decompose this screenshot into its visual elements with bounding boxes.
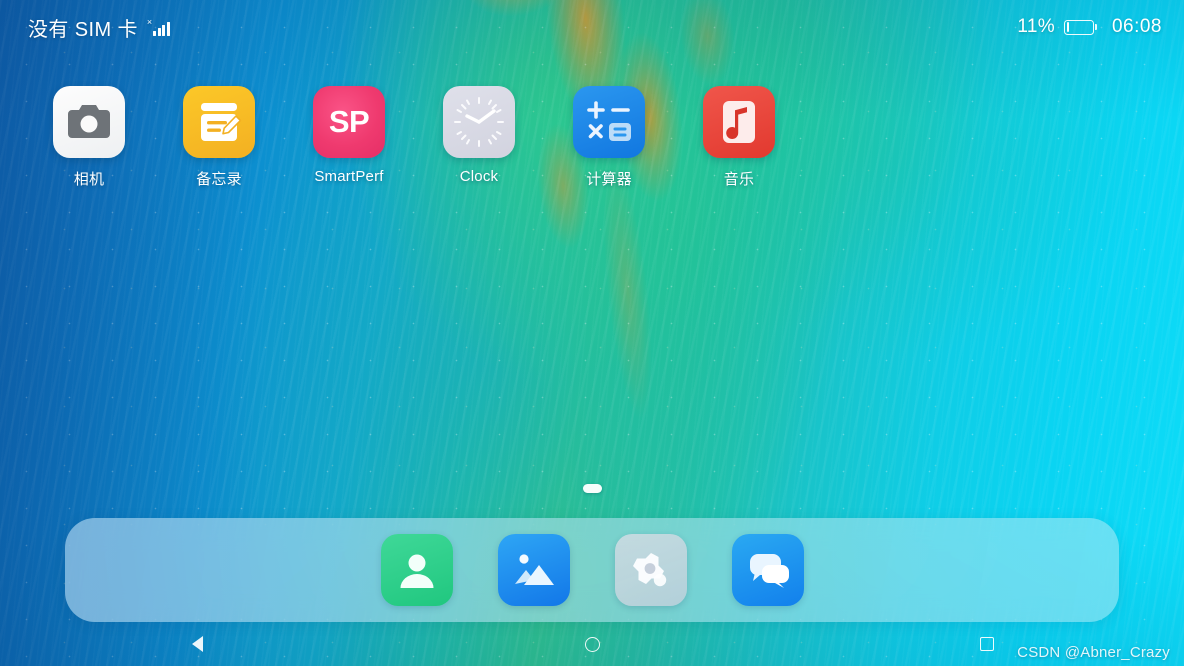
clock-glyph	[454, 97, 504, 147]
app-label: 备忘录	[196, 171, 242, 188]
signal-bar-3	[162, 24, 166, 36]
dock-item-settings[interactable]	[614, 534, 687, 606]
clock-icon	[443, 86, 515, 158]
app-smartperf[interactable]: SP SmartPerf	[284, 86, 414, 189]
battery-fill	[1066, 22, 1070, 32]
camera-glyph	[68, 105, 110, 138]
nav-back-button[interactable]	[0, 622, 395, 666]
app-notes[interactable]: 备忘录	[154, 86, 284, 189]
smartperf-icon: SP	[313, 86, 385, 158]
navigation-bar	[0, 622, 1184, 666]
signal-bar-2	[157, 27, 161, 36]
camera-icon	[53, 86, 125, 158]
dock-item-contacts[interactable]	[380, 534, 453, 606]
gallery-image-icon	[514, 554, 554, 585]
page-dot-1[interactable]	[582, 484, 602, 493]
signal-bar-4	[166, 21, 171, 36]
battery-body	[1063, 19, 1094, 35]
no-sim-mark: ×	[146, 16, 153, 27]
battery-cap	[1094, 24, 1097, 30]
no-sim-signal-bars-icon: ×	[146, 16, 171, 36]
status-bar-clock: 06:08	[1111, 16, 1162, 37]
app-label: 音乐	[723, 171, 755, 188]
notes-icon	[183, 86, 255, 158]
dock-item-messages[interactable]	[731, 534, 804, 606]
app-clock[interactable]: Clock	[414, 86, 544, 189]
app-music[interactable]: 音乐	[674, 86, 804, 189]
app-label: 计算器	[586, 171, 632, 188]
battery-low-icon	[1063, 19, 1097, 35]
smartperf-glyph: SP	[328, 104, 370, 139]
app-calculator[interactable]: 计算器	[544, 86, 674, 189]
app-label: SmartPerf	[314, 168, 384, 185]
dock	[65, 518, 1119, 622]
calculator-icon	[573, 86, 645, 158]
music-note-glyph	[723, 101, 755, 143]
app-label: Clock	[459, 168, 499, 185]
signal-bar-1	[152, 30, 157, 36]
music-icon	[703, 86, 775, 158]
watermark: CSDN @Abner_Crazy	[1017, 644, 1170, 661]
app-label: 相机	[73, 171, 105, 188]
status-bar-right: 11% 06:08	[1017, 16, 1162, 38]
home-circle-icon	[584, 636, 600, 652]
recents-square-icon	[979, 637, 994, 651]
notes-glyph	[201, 103, 242, 141]
page-indicator	[0, 484, 1184, 493]
app-grid: 相机 备忘录 SP SmartPerf Clock 计算器 音乐	[0, 86, 1184, 189]
messages-chat-icon	[749, 554, 789, 588]
carrier-label: 没有 SIM 卡	[28, 18, 138, 41]
back-triangle-icon	[191, 636, 203, 652]
settings-gear-icon	[632, 553, 666, 587]
contacts-person-icon	[400, 554, 433, 588]
calculator-glyph	[587, 101, 631, 141]
app-camera[interactable]: 相机	[24, 86, 154, 189]
status-bar-left: 没有 SIM 卡 ×	[28, 13, 171, 42]
battery-percent-label: 11%	[1017, 16, 1055, 37]
nav-home-button[interactable]	[395, 622, 790, 666]
dock-item-gallery[interactable]	[497, 534, 570, 606]
status-bar: 没有 SIM 卡 × 11% 06:08	[0, 0, 1184, 54]
